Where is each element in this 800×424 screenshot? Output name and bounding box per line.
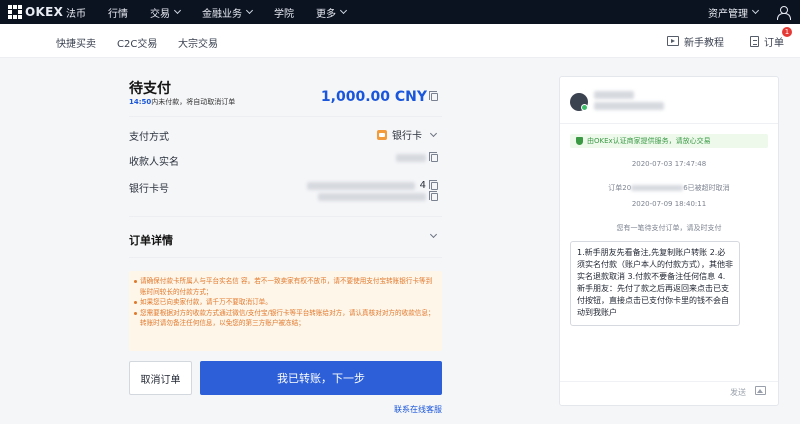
payment-method-label: 支付方式 — [129, 132, 169, 143]
chevron-down-icon — [173, 6, 182, 15]
payment-method-select[interactable]: 银行卡 — [377, 127, 438, 142]
divider — [129, 116, 442, 117]
nav-academy[interactable]: 学院 — [274, 5, 294, 20]
tab-block-trade[interactable]: 大宗交易 — [178, 35, 218, 50]
nav-fiat[interactable]: 法币 — [66, 5, 86, 20]
order-details-toggle[interactable]: 订单详情 — [129, 232, 173, 248]
bank-card-label: 银行卡号 — [129, 184, 169, 195]
verified-merchant-banner: 由OKEx认证商家提供服务，请放心交易 — [570, 134, 768, 148]
system-message: 您有一笔待支付订单，请及时支付 — [616, 224, 722, 232]
bank-card-icon — [377, 129, 387, 140]
notice-item: 如果您已向卖家付款，请千万不要取消订单。 — [134, 297, 436, 308]
tab-quick-trade[interactable]: 快捷买卖 — [56, 35, 96, 50]
redacted-merchant-name — [594, 91, 634, 99]
nav-more[interactable]: 更多 — [316, 5, 348, 20]
online-support-link[interactable]: 联系在线客服 — [394, 404, 442, 415]
okex-logo[interactable]: OKEX — [8, 5, 66, 19]
chevron-down-icon — [751, 6, 760, 15]
notice-item: 请确保付款卡所属人与平台实名信 容。若不一致卖家有权不放币，请不要使用支付宝转账… — [134, 276, 436, 297]
order-details-expand[interactable] — [427, 230, 438, 239]
amount-value: 1,000.00 CNY — [320, 89, 427, 105]
sub-navbar: 快捷买卖 C2C交易 大宗交易 新手教程 订单 1 — [0, 24, 800, 58]
tutorial-link[interactable]: 新手教程 — [667, 34, 724, 49]
redacted-payee-name — [396, 154, 426, 162]
copy-icon[interactable] — [429, 179, 438, 190]
orders-label: 订单 — [764, 37, 784, 49]
divider — [129, 216, 442, 217]
image-upload-icon[interactable] — [755, 386, 766, 395]
merchant-message-bubble: 1.新手朋友先看备注,先复制账户转账 2.必须实名付款（账户本人的付款方式），其… — [570, 241, 740, 326]
cancel-order-button[interactable]: 取消订单 — [129, 361, 192, 395]
redacted-merchant-info — [594, 102, 664, 110]
copy-icon[interactable] — [429, 91, 438, 101]
verified-text: 由OKEx认证商家提供服务，请放心交易 — [587, 137, 711, 145]
chevron-down-icon — [429, 230, 438, 239]
divider — [129, 257, 442, 258]
nav-finance-label: 金融业务 — [202, 8, 242, 20]
document-icon — [750, 35, 759, 47]
divider — [560, 123, 778, 124]
nav-trade-label: 交易 — [150, 8, 170, 20]
nav-markets[interactable]: 行情 — [108, 5, 128, 20]
payment-method-value: 银行卡 — [392, 131, 422, 142]
chevron-down-icon — [245, 6, 254, 15]
system-timestamp: 2020-07-03 17:47:48 — [631, 160, 707, 168]
copy-icon[interactable] — [429, 191, 438, 201]
divider — [560, 381, 778, 382]
payment-timer: 14:50内未付款，将自动取消订单 — [129, 97, 235, 107]
user-icon[interactable] — [776, 5, 791, 20]
nav-asset-management[interactable]: 资产管理 — [708, 5, 760, 20]
asset-management-label: 资产管理 — [708, 8, 748, 20]
payment-notice: 请确保付款卡所属人与平台实名信 容。若不一致卖家有权不放币，请不要使用支付宝转账… — [129, 271, 442, 351]
nav-trade[interactable]: 交易 — [150, 5, 182, 20]
bank-name-value — [318, 191, 438, 201]
nav-fiat-label: 法币 — [66, 8, 86, 20]
nav-finance[interactable]: 金融业务 — [202, 5, 254, 20]
redacted-bank-card — [306, 181, 415, 190]
tutorial-label: 新手教程 — [684, 37, 724, 49]
bank-card-tail: 4 — [419, 180, 426, 191]
redacted-order-id — [631, 185, 684, 191]
okex-logo-icon — [8, 5, 22, 19]
countdown-value: 14:50 — [129, 98, 152, 106]
merchant-chat-panel: 由OKEx认证商家提供服务，请放心交易 2020-07-03 17:47:48 … — [559, 76, 779, 406]
top-navbar: OKEX 法币 行情 交易 金融业务 学院 更多 资产管理 — [0, 0, 800, 24]
nav-markets-label: 行情 — [108, 8, 128, 20]
chevron-down-icon — [429, 129, 438, 138]
nav-more-label: 更多 — [316, 8, 336, 20]
payee-name-value — [396, 152, 438, 162]
orders-link[interactable]: 订单 1 — [750, 26, 792, 49]
system-message: 订单20 6已被超时取消 — [560, 183, 778, 193]
bank-card-value: 4 — [306, 179, 438, 191]
confirm-transfer-button[interactable]: 我已转账，下一步 — [200, 361, 442, 395]
shield-check-icon — [576, 137, 583, 145]
send-button[interactable]: 发送 — [730, 387, 746, 398]
redacted-bank-name — [318, 193, 426, 201]
video-play-icon — [667, 36, 679, 46]
orders-badge: 1 — [782, 26, 792, 37]
copy-icon[interactable] — [429, 152, 438, 162]
chevron-down-icon — [339, 6, 348, 15]
brand-name: OKEX — [25, 5, 64, 19]
nav-academy-label: 学院 — [274, 8, 294, 20]
order-amount: 1,000.00 CNY — [321, 89, 438, 105]
page-title: 待支付 — [129, 81, 171, 97]
system-timestamp: 2020-07-09 18:40:11 — [631, 200, 707, 208]
cancel-msg-suffix: 6已被超时取消 — [683, 184, 730, 192]
tab-c2c-trade[interactable]: C2C交易 — [117, 35, 157, 50]
countdown-text: 内未付款，将自动取消订单 — [151, 98, 236, 106]
merchant-avatar — [570, 93, 588, 111]
payee-name-label: 收款人实名 — [129, 157, 179, 168]
sub-navbar-right: 新手教程 订单 1 — [667, 24, 800, 58]
chat-header — [570, 91, 664, 113]
nav-right-group: 资产管理 — [708, 0, 800, 24]
notice-item: 您需要根据对方的收款方式通过微信/支付宝/银行卡等平台转账给对方，请认真核对对方… — [134, 308, 435, 327]
cancel-msg-prefix: 订单20 — [608, 184, 632, 192]
order-panel: 待支付 14:50内未付款，将自动取消订单 1,000.00 CNY 支付方式 … — [112, 68, 452, 418]
